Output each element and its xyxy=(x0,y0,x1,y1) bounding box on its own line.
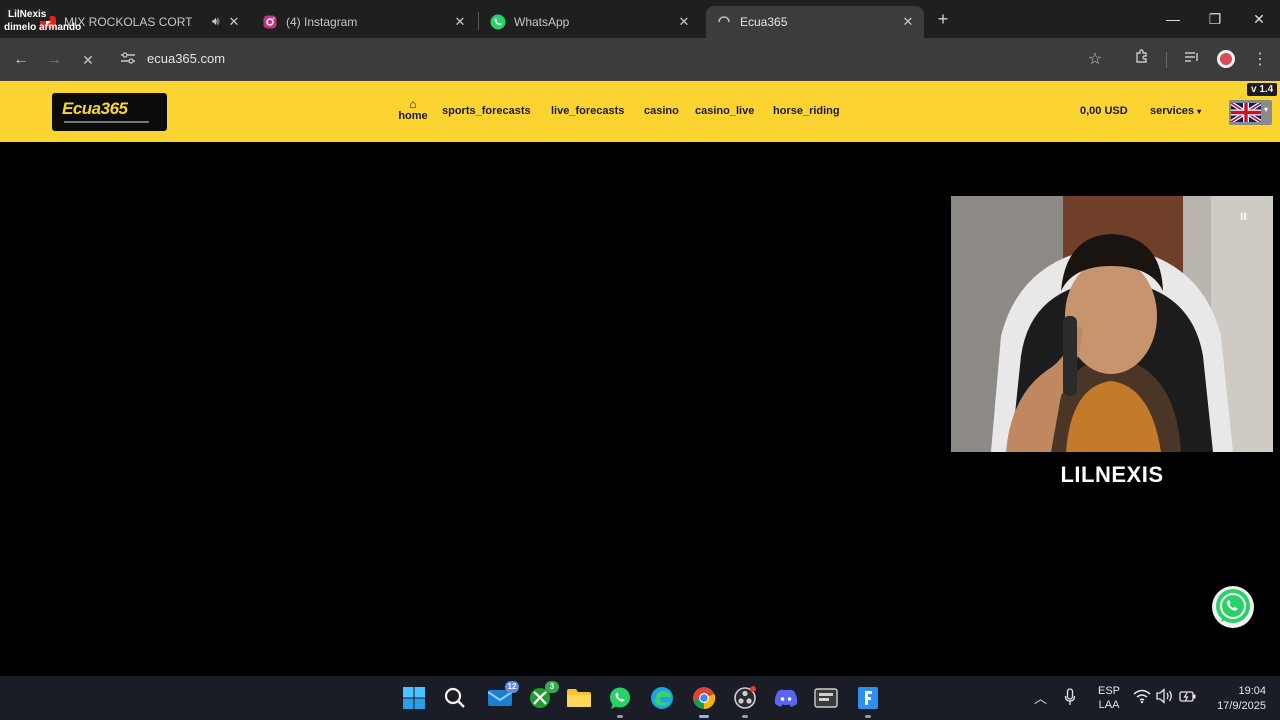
taskbar-file-explorer[interactable] xyxy=(565,684,593,712)
search-icon xyxy=(444,687,465,708)
streamer-name: LilNexis xyxy=(4,8,51,21)
clock-time: 19:04 xyxy=(1238,685,1266,697)
site-header: Ecua365 ⌂ home sports_forecasts live_for… xyxy=(0,81,1280,142)
tab-title: MIX ROCKOLAS CORTA VENAS xyxy=(64,15,192,29)
chrome-icon xyxy=(693,687,716,710)
whatsapp-chat-button[interactable] xyxy=(1212,586,1254,628)
language-selector[interactable]: ▾ xyxy=(1229,100,1272,125)
tab-instagram[interactable]: (4) Instagram ✕ xyxy=(262,6,476,38)
balance-display[interactable]: 0,00 USD xyxy=(1080,105,1128,117)
toolbar-divider xyxy=(1166,52,1167,68)
instagram-icon xyxy=(262,14,278,30)
battery-icon[interactable] xyxy=(1179,688,1197,707)
browser-toolbar: ← → ✕ ecua365.com ☆ ⋮ xyxy=(0,38,1280,81)
restore-button[interactable]: ❐ xyxy=(1203,8,1227,30)
xbox-badge: 3 xyxy=(545,681,559,693)
keyboard-layout-code: LAA xyxy=(1098,699,1120,711)
obs-icon xyxy=(734,686,756,709)
nav-live-forecasts[interactable]: live_forecasts xyxy=(551,105,624,117)
now-playing-text: dimelo armando xyxy=(4,22,82,33)
address-bar-url[interactable]: ecua365.com xyxy=(147,51,225,66)
site-settings-icon[interactable] xyxy=(117,49,139,71)
nav-home-label: home xyxy=(398,110,428,122)
taskbar-discord[interactable] xyxy=(772,684,800,712)
stream-now-playing-overlay: LilNexis dimelo armando xyxy=(4,4,81,33)
chevron-down-icon: ▾ xyxy=(1264,105,1269,114)
language-code: ESP xyxy=(1098,685,1121,697)
bookmark-star-icon[interactable]: ☆ xyxy=(1084,49,1106,71)
show-hidden-icons-chevron-icon[interactable]: ︿ xyxy=(1034,688,1047,707)
tab-title: (4) Instagram xyxy=(286,15,358,29)
logo-underline xyxy=(64,121,149,123)
tab-title: WhatsApp xyxy=(514,15,570,29)
nav-sports-forecasts[interactable]: sports_forecasts xyxy=(442,105,531,117)
webcam-feed xyxy=(951,196,1273,452)
chevron-down-icon: ▾ xyxy=(1197,107,1202,116)
logo-text: Ecua365 xyxy=(62,99,128,118)
volume-icon[interactable] xyxy=(1156,688,1174,707)
browser-tab-strip: MIX ROCKOLAS CORTA VENAS 🔊︎ ✕ (4) Instag… xyxy=(0,0,1280,58)
pause-icon: ⏸︎ xyxy=(1239,206,1248,226)
clock[interactable]: 19:04 17/9/2025 xyxy=(1206,684,1266,714)
nav-home[interactable]: ⌂ home xyxy=(396,98,430,122)
uk-flag-icon xyxy=(1231,103,1261,122)
nav-casino[interactable]: casino xyxy=(644,105,679,117)
webcam-overlay: ⏸︎ xyxy=(951,196,1273,452)
microphone-icon[interactable] xyxy=(1064,688,1076,709)
webcam-name-label: LILNEXIS xyxy=(1060,462,1164,487)
wifi-icon[interactable] xyxy=(1133,688,1151,707)
close-tab-icon[interactable]: ✕ xyxy=(900,14,916,30)
profile-avatar[interactable] xyxy=(1217,50,1235,68)
taskbar-mail[interactable]: 12 xyxy=(486,681,519,712)
mail-badge: 12 xyxy=(505,681,519,693)
close-tab-icon[interactable]: ✕ xyxy=(676,14,692,30)
site-logo[interactable]: Ecua365 xyxy=(52,93,167,131)
clock-date: 17/9/2025 xyxy=(1217,700,1266,712)
close-tab-icon[interactable]: ✕ xyxy=(226,14,242,30)
search-button[interactable] xyxy=(441,684,469,712)
speaker-icon[interactable]: 🔊︎ xyxy=(212,14,220,29)
whatsapp-icon xyxy=(1216,589,1250,623)
nav-casino-live[interactable]: casino_live xyxy=(695,105,754,117)
taskbar-whatsapp[interactable] xyxy=(606,684,634,718)
extensions-icon[interactable] xyxy=(1131,49,1153,71)
tab-ecua365[interactable]: Ecua365 ✕ xyxy=(706,6,924,38)
stop-loading-icon[interactable]: ✕ xyxy=(77,49,99,71)
minimize-button[interactable]: — xyxy=(1161,8,1185,30)
discord-icon xyxy=(774,689,798,707)
whatsapp-icon xyxy=(490,14,506,30)
fortnite-icon xyxy=(858,687,878,709)
windows-icon xyxy=(403,687,425,709)
tab-title: Ecua365 xyxy=(740,15,788,29)
whatsapp-icon xyxy=(610,687,630,709)
taskbar-edge[interactable] xyxy=(648,684,676,712)
taskbar-chrome[interactable] xyxy=(690,684,718,718)
folder-icon xyxy=(567,689,591,707)
loading-icon xyxy=(716,14,732,30)
back-arrow-icon[interactable]: ← xyxy=(10,49,32,71)
taskbar-game-app[interactable] xyxy=(812,684,840,712)
game-app-icon xyxy=(814,688,838,708)
tab-separator xyxy=(478,12,479,30)
home-icon: ⌂ xyxy=(409,97,417,111)
taskbar-obs[interactable] xyxy=(731,684,759,718)
kebab-menu-icon[interactable]: ⋮ xyxy=(1249,49,1271,71)
media-controls-icon[interactable] xyxy=(1181,49,1203,71)
close-tab-icon[interactable]: ✕ xyxy=(452,14,468,30)
close-window-button[interactable]: ✕ xyxy=(1247,8,1271,30)
forward-arrow-icon[interactable]: → xyxy=(43,49,65,71)
new-tab-button[interactable]: + xyxy=(933,9,953,29)
services-dropdown[interactable]: services ▾ xyxy=(1150,105,1201,117)
nav-horse-riding[interactable]: horse_riding xyxy=(773,105,840,117)
taskbar-fortnite[interactable] xyxy=(854,684,882,718)
tab-whatsapp[interactable]: WhatsApp ✕ xyxy=(482,6,700,38)
windows-taskbar: 12 3 ︿ ESP LAA 19:04 17/9/2025 xyxy=(0,676,1280,720)
version-badge: v 1.4 xyxy=(1247,83,1278,96)
services-label: services xyxy=(1150,105,1195,117)
start-button[interactable] xyxy=(400,684,428,712)
taskbar-xbox[interactable]: 3 xyxy=(526,681,559,712)
edge-icon xyxy=(651,687,673,709)
input-language-indicator[interactable]: ESP LAA xyxy=(1098,684,1120,712)
